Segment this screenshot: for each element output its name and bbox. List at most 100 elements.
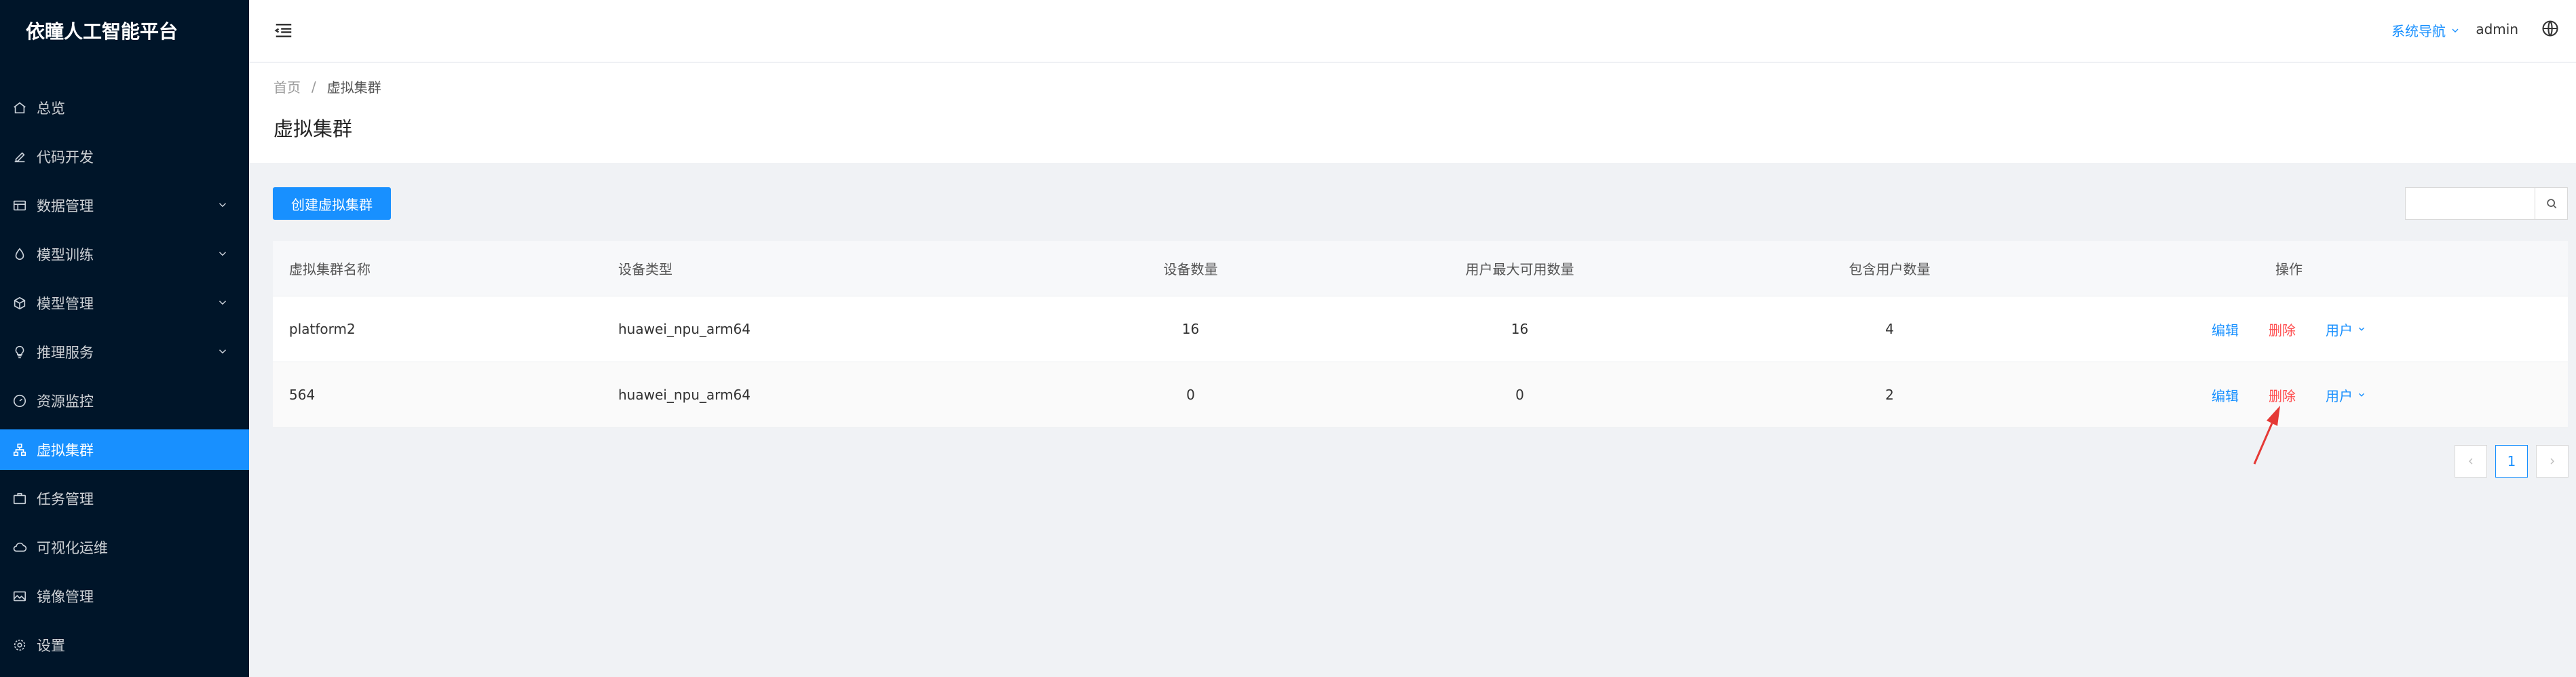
system-nav-dropdown[interactable]: 系统导航	[2391, 20, 2461, 40]
cell-user-count: 2	[1885, 387, 1894, 403]
search-input[interactable]	[2406, 188, 2535, 219]
sidebar-item-code-dev[interactable]: 代码开发	[0, 136, 249, 177]
cell-device-type: huawei_npu_arm64	[618, 387, 751, 403]
search-icon	[2546, 199, 2556, 209]
delete-link[interactable]: 删除	[2269, 385, 2296, 405]
create-virtual-cluster-button[interactable]: 创建虚拟集群	[273, 187, 391, 220]
edit-link[interactable]: 编辑	[2212, 320, 2239, 339]
sidebar-item-label: 总览	[37, 100, 65, 117]
users-dropdown[interactable]: 用户	[2326, 385, 2366, 405]
sidebar-item-model-mgmt[interactable]: 模型管理	[0, 283, 249, 324]
edit-icon	[12, 149, 27, 164]
column-header-user-count: 包含用户数量	[1849, 261, 1931, 277]
chevron-down-icon	[219, 301, 227, 305]
breadcrumb-current: 虚拟集群	[326, 79, 381, 96]
column-header-name: 虚拟集群名称	[289, 261, 371, 277]
cell-max-users: 16	[1511, 321, 1529, 337]
breadcrumb: 首页 / 虚拟集群	[273, 77, 381, 96]
cluster-table: 虚拟集群名称 设备类型 设备数量 用户最大可用数量 包含用户数量 操作 plat…	[273, 241, 2568, 428]
chevron-down-icon	[2452, 28, 2459, 33]
sidebar-item-task-mgmt[interactable]: 任务管理	[0, 478, 249, 519]
image-icon	[12, 589, 27, 604]
table-header-row: 虚拟集群名称 设备类型 设备数量 用户最大可用数量 包含用户数量 操作	[273, 241, 2568, 296]
column-header-device-type: 设备类型	[618, 261, 673, 277]
globe-icon[interactable]	[2541, 19, 2560, 38]
column-header-device-count: 设备数量	[1163, 261, 1218, 277]
sidebar-item-image-mgmt[interactable]: 镜像管理	[0, 576, 249, 617]
sidebar-item-label: 设置	[37, 638, 65, 654]
sidebar-item-overview[interactable]: 总览	[0, 88, 249, 128]
menu-fold-icon[interactable]	[273, 20, 294, 41]
system-nav-label: 系统导航	[2391, 23, 2446, 39]
table-row: platform2 huawei_npu_arm64 16 16 4 编辑 删除…	[273, 296, 2568, 362]
gear-icon	[12, 638, 27, 653]
row-actions: 编辑 删除 用户	[2010, 320, 2568, 339]
top-header: 系统导航 admin	[249, 0, 2576, 62]
droplet-icon	[12, 247, 27, 262]
chevron-left-icon	[2469, 458, 2473, 465]
sidebar-item-label: 代码开发	[37, 149, 94, 166]
column-header-actions: 操作	[2275, 261, 2303, 277]
cell-name: 564	[289, 387, 316, 403]
chevron-down-icon	[219, 349, 227, 354]
breadcrumb-home[interactable]: 首页	[273, 77, 301, 96]
sidebar-item-data-mgmt[interactable]: 数据管理	[0, 185, 249, 226]
home-icon	[12, 100, 27, 115]
pagination-next-button[interactable]	[2536, 445, 2569, 478]
table-row: 564 huawei_npu_arm64 0 0 2 编辑 删除 用户	[273, 362, 2568, 428]
sidebar-item-label: 数据管理	[37, 198, 94, 214]
cell-device-type: huawei_npu_arm64	[618, 321, 751, 337]
search-box	[2405, 187, 2568, 220]
users-dropdown-label: 用户	[2326, 387, 2353, 404]
sidebar-menu: 总览 代码开发 数据管理 模型训练 模型管理 推理服务 资源监控 虚拟集群 任务…	[0, 88, 249, 665]
user-name[interactable]: admin	[2476, 21, 2518, 37]
sidebar-item-label: 虚拟集群	[37, 442, 94, 459]
cloud-icon	[12, 540, 27, 555]
row-actions: 编辑 删除 用户	[2010, 385, 2568, 405]
sidebar-item-label: 模型管理	[37, 296, 94, 312]
pagination-prev-button[interactable]	[2455, 445, 2487, 478]
cell-user-count: 4	[1885, 321, 1894, 337]
cell-device-count: 16	[1181, 321, 1200, 337]
column-header-max-users: 用户最大可用数量	[1465, 261, 1574, 277]
breadcrumb-separator: /	[311, 78, 316, 95]
page-header: 首页 / 虚拟集群 虚拟集群	[249, 63, 2576, 163]
users-dropdown[interactable]: 用户	[2326, 320, 2366, 339]
annotation-arrow-icon	[2253, 406, 2280, 465]
pagination-page-1[interactable]: 1	[2495, 445, 2528, 478]
database-icon	[12, 198, 27, 213]
delete-link[interactable]: 删除	[2269, 320, 2296, 339]
gauge-icon	[12, 393, 27, 408]
sidebar-item-inference[interactable]: 推理服务	[0, 332, 249, 372]
chevron-down-icon	[2358, 393, 2365, 397]
bulb-icon	[12, 345, 27, 360]
sidebar-item-visual-ops[interactable]: 可视化运维	[0, 527, 249, 568]
sidebar-item-label: 可视化运维	[37, 540, 108, 556]
chevron-right-icon	[2550, 458, 2554, 465]
cell-device-count: 0	[1186, 387, 1195, 403]
search-button[interactable]	[2535, 188, 2567, 219]
app-root: 依瞳人工智能平台 总览 代码开发 数据管理 模型训练 模型管理 推理服务 资源监…	[0, 0, 2576, 677]
sidebar-item-settings[interactable]: 设置	[0, 625, 249, 665]
briefcase-icon	[12, 491, 27, 506]
cube-icon	[12, 296, 27, 311]
sidebar-item-label: 资源监控	[37, 393, 94, 410]
cluster-icon	[12, 442, 27, 457]
sidebar-item-label: 镜像管理	[37, 589, 94, 605]
sidebar-item-label: 推理服务	[37, 345, 94, 361]
chevron-down-icon	[2358, 327, 2365, 331]
edit-link[interactable]: 编辑	[2212, 385, 2239, 405]
cell-name: platform2	[289, 321, 356, 337]
chevron-down-icon	[219, 203, 227, 208]
page-title: 虚拟集群	[273, 117, 353, 140]
sidebar-item-resource-monitor[interactable]: 资源监控	[0, 381, 249, 421]
users-dropdown-label: 用户	[2326, 322, 2353, 338]
sidebar-item-virtual-cluster[interactable]: 虚拟集群	[0, 429, 249, 470]
sidebar-item-label: 任务管理	[37, 491, 94, 507]
cell-max-users: 0	[1515, 387, 1524, 403]
sidebar: 依瞳人工智能平台 总览 代码开发 数据管理 模型训练 模型管理 推理服务 资源监…	[0, 0, 249, 677]
sidebar-item-label: 模型训练	[37, 247, 94, 263]
brand-title: 依瞳人工智能平台	[26, 20, 178, 43]
chevron-down-icon	[219, 252, 227, 256]
sidebar-item-model-training[interactable]: 模型训练	[0, 234, 249, 275]
